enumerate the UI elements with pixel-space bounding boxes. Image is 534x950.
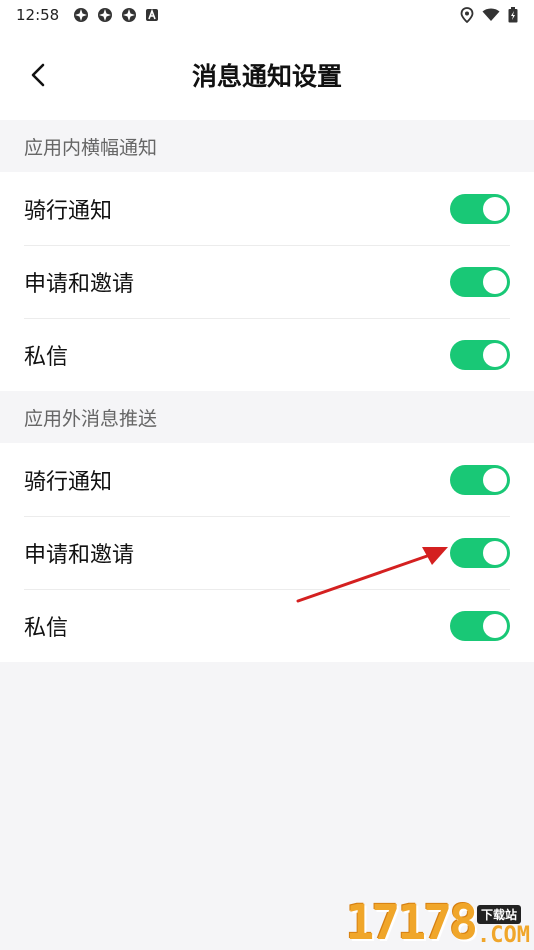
toggle-knob xyxy=(483,613,507,638)
setting-row: 申请和邀请 xyxy=(0,245,534,318)
wifi-icon xyxy=(482,8,500,21)
section-label-out-app-push: 应用外消息推送 xyxy=(24,407,158,430)
setting-label: 骑行通知 xyxy=(24,198,113,224)
setting-label: 私信 xyxy=(24,344,69,370)
location-icon xyxy=(460,7,474,23)
app-notification-icon xyxy=(122,8,137,22)
push-private-message-toggle[interactable] xyxy=(450,610,510,641)
section-label-in-app-banner: 应用内横幅通知 xyxy=(24,136,158,159)
status-left-icons xyxy=(73,7,159,23)
toggle-knob xyxy=(483,540,507,565)
status-bar: 12:58 xyxy=(0,0,534,30)
ride-notification-toggle[interactable] xyxy=(450,193,510,224)
setting-row: 申请和邀请 xyxy=(0,516,534,589)
setting-row: 私信 xyxy=(0,589,534,662)
setting-label: 骑行通知 xyxy=(24,469,113,495)
setting-row: 骑行通知 xyxy=(0,443,534,516)
toggle-knob xyxy=(483,342,507,367)
settings-group-out-app-push: 骑行通知 申请和邀请 私信 xyxy=(0,443,534,662)
application-invitation-toggle[interactable] xyxy=(450,266,510,297)
settings-group-in-app-banner: 骑行通知 申请和邀请 私信 xyxy=(0,172,534,391)
app-notification-icon xyxy=(98,8,113,22)
status-time: 12:58 xyxy=(16,6,60,24)
setting-row: 骑行通知 xyxy=(0,172,534,245)
status-right-icons xyxy=(460,7,518,23)
a-notification-icon xyxy=(146,8,159,21)
watermark-number: 17178 xyxy=(345,895,478,950)
setting-label: 申请和邀请 xyxy=(24,271,135,297)
setting-label: 申请和邀请 xyxy=(24,542,135,568)
battery-icon xyxy=(508,7,518,23)
page-title: 消息通知设置 xyxy=(191,62,342,91)
watermark-tag: 下载站 xyxy=(477,905,522,924)
private-message-toggle[interactable] xyxy=(450,339,510,370)
watermark-side: 下载站 .COM xyxy=(477,905,530,948)
app-notification-icon xyxy=(74,8,89,22)
watermark-suffix: .COM xyxy=(477,923,530,948)
setting-row: 私信 xyxy=(0,318,534,391)
push-ride-notification-toggle[interactable] xyxy=(450,464,510,495)
chevron-left-icon[interactable] xyxy=(26,62,52,88)
watermark-logo: 17178 下载站 .COM xyxy=(346,892,530,948)
app-header: 消息通知设置 xyxy=(0,30,534,120)
push-application-invitation-toggle[interactable] xyxy=(450,537,510,568)
toggle-knob xyxy=(483,196,507,221)
toggle-knob xyxy=(483,269,507,294)
toggle-knob xyxy=(483,467,507,492)
setting-label: 私信 xyxy=(24,615,69,641)
